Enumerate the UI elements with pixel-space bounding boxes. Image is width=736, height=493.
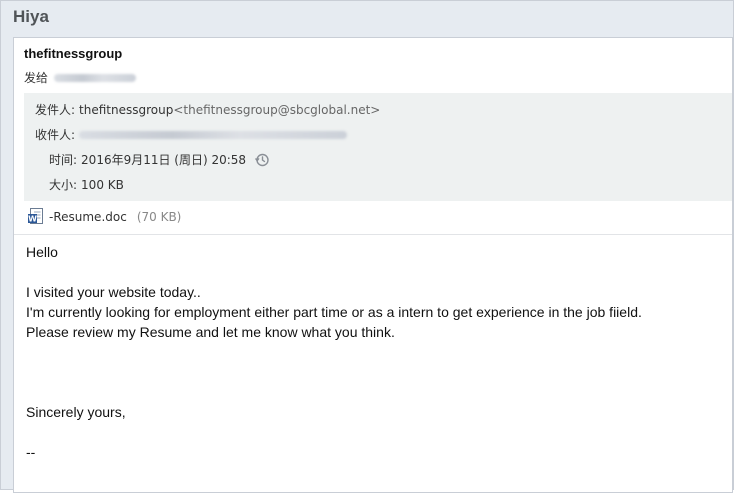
body-line: I'm currently looking for employment eit… [26,304,642,320]
size-value: 100 KB [81,177,124,192]
from-label: 发件人: [35,103,76,117]
email-panel: thefitnessgroup 发给 发件人: thefitnessgroup … [13,37,733,493]
body-line [26,362,642,382]
recipient-summary: 发给 [24,69,137,86]
word-doc-icon: W [28,208,43,224]
history-icon[interactable] [254,152,270,168]
body-line: Please review my Resume and let me know … [26,324,395,340]
recipient-label: 收件人: [35,128,76,142]
from-row: 发件人: thefitnessgroup <thefitnessgroup@sb… [35,101,380,118]
email-details: 发件人: thefitnessgroup <thefitnessgroup@sb… [24,93,732,201]
email-body: Hello I visited your website today.. I'm … [26,242,642,462]
body-line [26,382,642,402]
redacted-recipient-list [79,130,348,139]
body-line [26,422,642,442]
time-value: 2016年9月11日 (周日) 20:58 [81,153,247,167]
attachment-name[interactable]: -Resume.doc [49,210,127,224]
email-window: Hiya thefitnessgroup 发给 发件人: thefitnessg… [0,0,734,493]
recipient-row: 收件人: [35,126,348,143]
from-name[interactable]: thefitnessgroup [79,103,173,117]
from-email[interactable]: <thefitnessgroup@sbcglobal.net> [173,103,380,117]
time-label: 时间: [49,153,78,167]
time-row: 时间: 2016年9月11日 (周日) 20:58 [49,151,270,168]
redacted-recipient [54,73,137,82]
email-subject: Hiya [13,7,49,26]
body-line: -- [26,444,36,460]
body-line: Sincerely yours, [26,404,126,420]
size-label: 大小: [49,178,78,192]
attachment-size: (70 KB) [136,209,182,224]
body-line [26,342,642,362]
header-divider [14,234,732,235]
sender-name[interactable]: thefitnessgroup [24,46,122,61]
to-label: 发给 [24,71,49,85]
body-line: I visited your website today.. [26,284,201,300]
body-line [26,262,642,282]
svg-text:W: W [28,215,37,224]
body-line: Hello [26,244,58,260]
attachment-item[interactable]: W -Resume.doc (70 KB) [28,208,181,225]
size-row: 大小: 100 KB [49,176,124,193]
